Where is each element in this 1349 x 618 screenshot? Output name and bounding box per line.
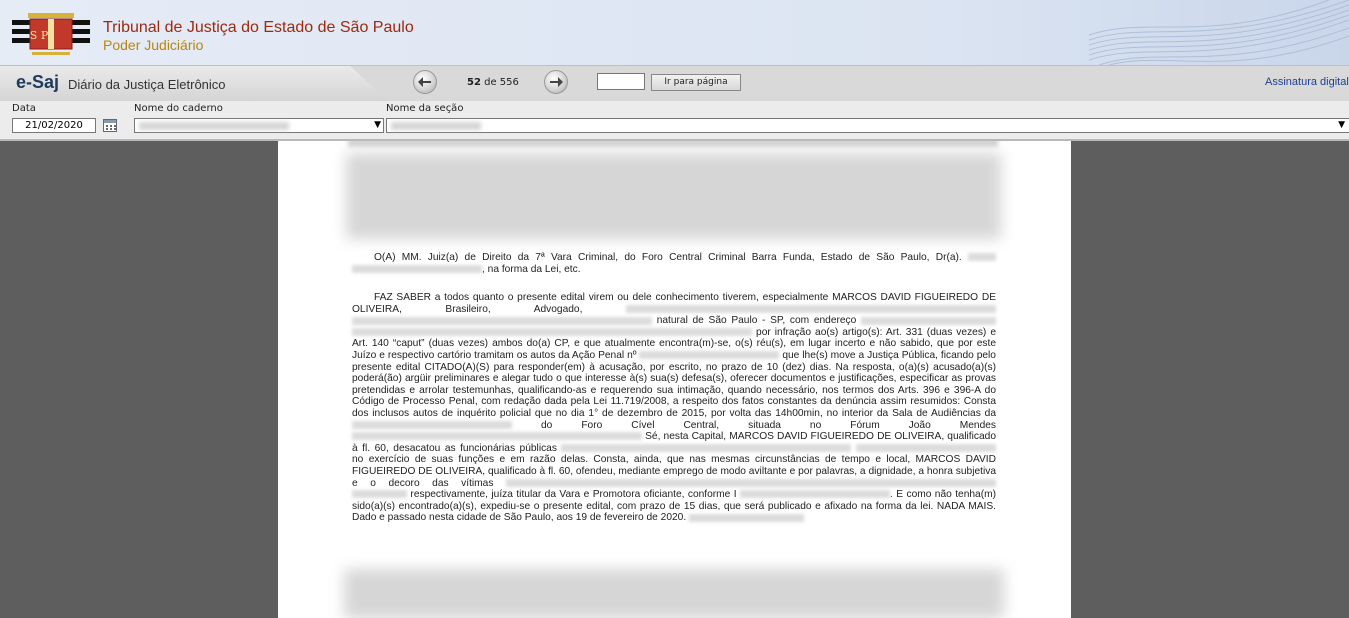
redacted-text (352, 328, 752, 337)
secao-label: Nome da seção (386, 103, 464, 114)
brand-name: Diário da Justiça Eletrônico (68, 77, 226, 92)
date-field[interactable]: 21/02/2020 (12, 118, 96, 133)
redacted-text (352, 432, 642, 441)
secao-value-redacted (391, 122, 481, 130)
redacted-text (352, 490, 407, 499)
arrow-right-icon (550, 77, 563, 87)
chevron-down-icon: ▼ (374, 120, 381, 130)
page-subtitle: Poder Judiciário (103, 37, 204, 53)
svg-text:S P: S P (30, 29, 49, 42)
redacted-text (505, 478, 996, 487)
edital-intro: O(A) MM. Juiz(a) de Direito da 7ª Vara C… (352, 252, 996, 275)
date-label: Data (12, 103, 36, 114)
calendar-icon[interactable] (103, 119, 117, 132)
page-indicator: 52 de 556 (467, 77, 519, 88)
header-wave-decoration (1089, 0, 1349, 65)
next-page-button[interactable] (544, 70, 568, 94)
page-number-input[interactable] (597, 73, 645, 90)
viewer-toolbar: e-Saj Diário da Justiça Eletrônico 52 de… (0, 65, 1349, 102)
redacted-text (968, 253, 996, 262)
redacted-block (346, 153, 1001, 239)
redacted-block (344, 569, 1004, 618)
edital-body: FAZ SABER a todos quanto o presente edit… (352, 292, 996, 524)
digital-signature-link[interactable]: Assinatura digital (1265, 76, 1349, 88)
esaj-logo[interactable]: e-Saj (16, 72, 59, 93)
go-to-page-button[interactable]: Ir para página (651, 74, 741, 91)
redacted-text (861, 316, 996, 325)
total-pages: de 556 (484, 77, 519, 88)
arrow-left-icon (418, 77, 431, 87)
current-page-number: 52 (467, 77, 481, 88)
previous-page-button[interactable] (413, 70, 437, 94)
brand-area: e-Saj Diário da Justiça Eletrônico (0, 66, 390, 102)
redacted-text (352, 420, 512, 429)
caderno-select[interactable]: ▼ (134, 118, 384, 133)
redacted-text (352, 316, 652, 325)
redacted-text (348, 141, 998, 147)
document-page: O(A) MM. Juiz(a) de Direito da 7ª Vara C… (278, 141, 1071, 618)
tjsp-coat-of-arms-icon[interactable]: S P (12, 12, 90, 60)
redacted-text (625, 304, 996, 313)
caderno-label: Nome do caderno (134, 103, 223, 114)
redacted-text (856, 444, 996, 453)
page-title: Tribunal de Justiça do Estado de São Pau… (103, 19, 414, 36)
chevron-down-icon: ▼ (1338, 120, 1345, 130)
redacted-text (689, 513, 805, 522)
redacted-text (639, 351, 780, 360)
redacted-text (740, 490, 891, 499)
caderno-value-redacted (139, 122, 289, 130)
redacted-text (352, 264, 482, 273)
redacted-text (561, 444, 852, 453)
site-header: S P Tribunal de Justiça do Estado de São… (0, 0, 1349, 65)
filter-bar: Data 21/02/2020 Nome do caderno ▼ Nome d… (0, 101, 1349, 141)
secao-select[interactable]: ▼ (386, 118, 1349, 133)
